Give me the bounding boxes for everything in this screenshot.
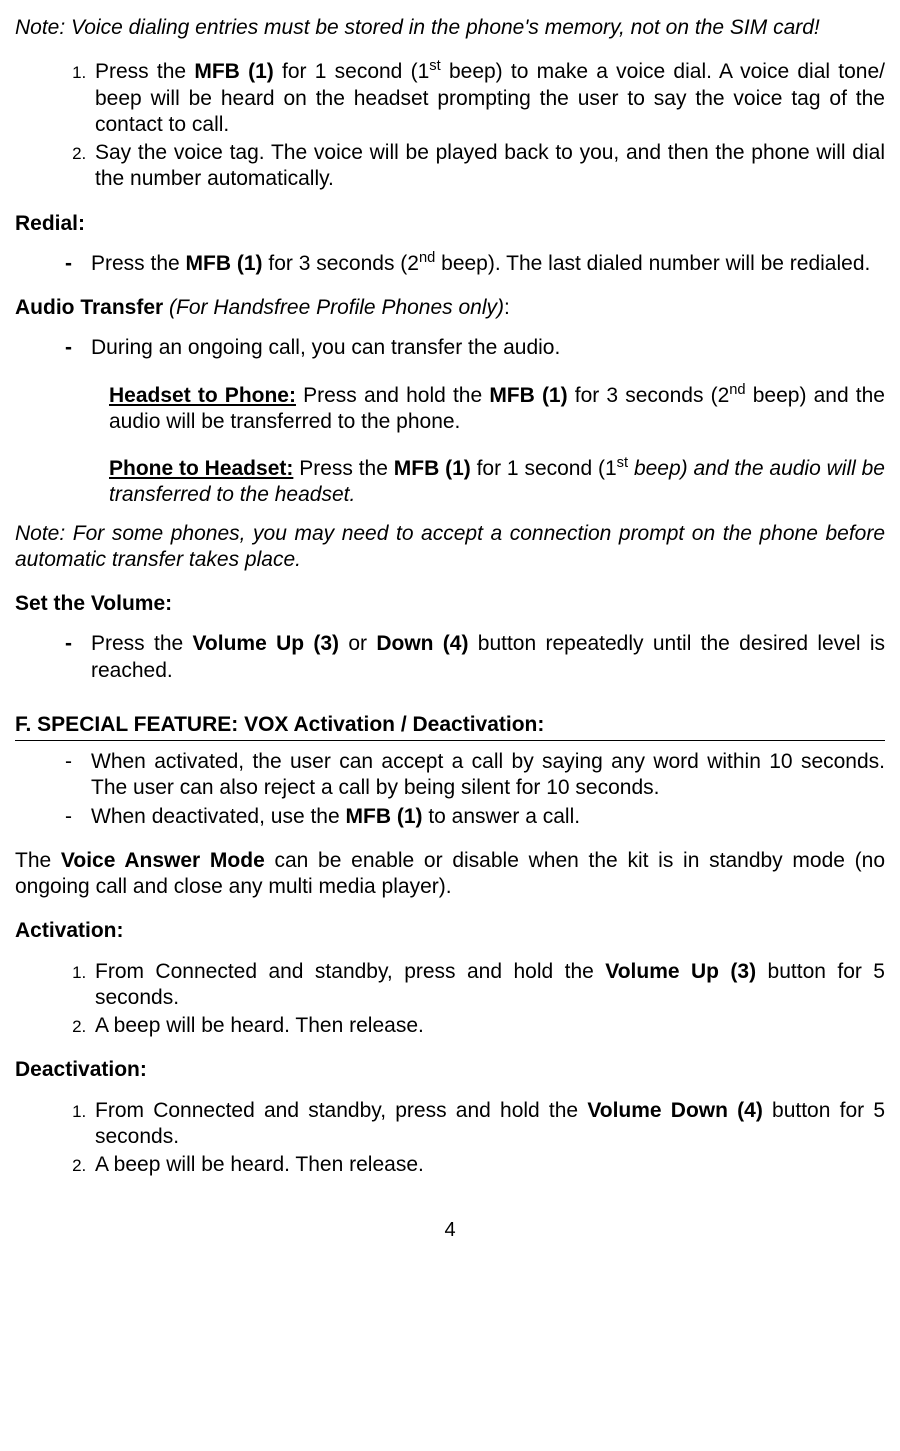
volume-heading: Set the Volume:: [15, 591, 885, 617]
section-f-heading: F. SPECIAL FEATURE: VOX Activation / Dea…: [15, 712, 885, 741]
text: or: [339, 632, 376, 655]
note-voice-dialing: Note: Voice dialing entries must be stor…: [15, 15, 885, 41]
headset-to-phone: Headset to Phone: Press and hold the MFB…: [109, 383, 885, 436]
volume-up-label: Volume Up (3): [192, 632, 339, 655]
voice-dial-step-1: Press the MFB (1) for 1 second (1st beep…: [91, 59, 885, 138]
ordinal-sup: st: [429, 58, 440, 74]
phone-to-headset: Phone to Headset: Press the MFB (1) for …: [109, 456, 885, 509]
text: From Connected and standby, press and ho…: [95, 960, 605, 983]
text: Press the: [95, 60, 194, 83]
mfb-label: MFB (1): [394, 457, 471, 480]
deactivation-steps: From Connected and standby, press and ho…: [15, 1098, 885, 1179]
ordinal-sup: st: [617, 455, 628, 471]
text: beep). The last dialed number will be re…: [435, 252, 870, 275]
audio-transfer-heading: Audio Transfer (For Handsfree Profile Ph…: [15, 295, 885, 321]
deactivation-heading: Deactivation:: [15, 1057, 885, 1083]
activation-step-1: From Connected and standby, press and ho…: [91, 959, 885, 1012]
vam-label: Voice Answer Mode: [61, 849, 265, 872]
volume-up-label: Volume Up (3): [605, 960, 756, 983]
redial-heading: Redial:: [15, 211, 885, 237]
volume-down-label: Volume Down (4): [587, 1099, 763, 1122]
volume-list: Press the Volume Up (3) or Down (4) butt…: [15, 631, 885, 684]
mfb-label: MFB (1): [186, 252, 263, 275]
deactivation-step-2: A beep will be heard. Then release.: [91, 1152, 885, 1178]
text: Press and hold the: [296, 384, 489, 407]
text: From Connected and standby, press and ho…: [95, 1099, 587, 1122]
ordinal-sup: nd: [729, 382, 745, 398]
note-connection-prompt: Note: For some phones, you may need to a…: [15, 521, 885, 574]
text: for 3 seconds (2: [263, 252, 419, 275]
heading-sub: (For Handsfree Profile Phones only): [169, 296, 504, 319]
text: to answer a call.: [423, 805, 581, 828]
mfb-label: MFB (1): [346, 805, 423, 828]
vox-list: When activated, the user can accept a ca…: [15, 749, 885, 830]
volume-down-label: Down (4): [376, 632, 468, 655]
redial-list: Press the MFB (1) for 3 seconds (2nd bee…: [15, 251, 885, 277]
vox-item-deactivated: When deactivated, use the MFB (1) to ans…: [65, 804, 885, 830]
voice-dial-steps: Press the MFB (1) for 1 second (1st beep…: [15, 59, 885, 192]
text: Press the: [91, 632, 192, 655]
vox-item-activated: When activated, the user can accept a ca…: [65, 749, 885, 802]
deactivation-step-1: From Connected and standby, press and ho…: [91, 1098, 885, 1151]
text: Press the: [293, 457, 393, 480]
redial-item: Press the MFB (1) for 3 seconds (2nd bee…: [65, 251, 885, 277]
sub-label: Phone to Headset:: [109, 457, 293, 480]
mfb-label: MFB (1): [194, 60, 273, 83]
audio-transfer-item: During an ongoing call, you can transfer…: [65, 335, 885, 361]
text: Press the: [91, 252, 186, 275]
text: for 1 second (1: [274, 60, 430, 83]
volume-item: Press the Volume Up (3) or Down (4) butt…: [65, 631, 885, 684]
audio-transfer-list: During an ongoing call, you can transfer…: [15, 335, 885, 361]
activation-steps: From Connected and standby, press and ho…: [15, 959, 885, 1040]
mfb-label: MFB (1): [489, 384, 567, 407]
heading-text: Audio Transfer: [15, 296, 169, 319]
heading-colon: :: [504, 296, 510, 319]
text: The: [15, 849, 61, 872]
sub-label: Headset to Phone:: [109, 384, 296, 407]
activation-heading: Activation:: [15, 918, 885, 944]
activation-step-2: A beep will be heard. Then release.: [91, 1013, 885, 1039]
voice-dial-step-2: Say the voice tag. The voice will be pla…: [91, 140, 885, 193]
text: for 3 seconds (2: [568, 384, 730, 407]
text: for 1 second (1: [471, 457, 617, 480]
page-number: 4: [15, 1218, 885, 1243]
text: When deactivated, use the: [91, 805, 346, 828]
ordinal-sup: nd: [419, 250, 435, 266]
voice-answer-mode-para: The Voice Answer Mode can be enable or d…: [15, 848, 885, 901]
